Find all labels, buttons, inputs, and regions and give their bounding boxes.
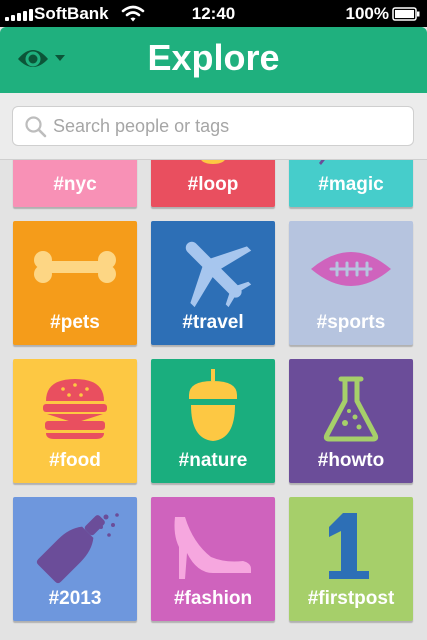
tile-loop[interactable]: #loop [151, 160, 275, 207]
tile-travel[interactable]: #travel [151, 221, 275, 345]
tile-howto[interactable]: #howto [289, 359, 413, 483]
tile-label: #2013 [48, 588, 102, 609]
tile-food[interactable]: #food [13, 359, 137, 483]
search-field[interactable] [12, 106, 414, 146]
search-input[interactable] [53, 113, 403, 139]
tile-label: #fashion [173, 588, 253, 609]
tile-firstpost[interactable]: #firstpost [289, 497, 413, 621]
tile-label: #food [49, 450, 101, 471]
tile-label: #travel [182, 312, 244, 333]
status-bar: SoftBank 12:40 100% [0, 0, 427, 27]
tile-label: #firstpost [307, 588, 395, 609]
search-bar [0, 93, 427, 160]
tile-nyc[interactable]: #nyc [13, 160, 137, 207]
tile-label: #nyc [53, 174, 97, 195]
tile-label: #sports [316, 312, 386, 333]
page-title: Explore [147, 37, 280, 78]
tile-2013[interactable]: #2013 [13, 497, 137, 621]
explore-tag-grid: #nyc #loop #magic #pets #travel #sports … [0, 160, 427, 640]
battery-percent: 100% [345, 4, 389, 23]
search-icon [25, 116, 47, 138]
tile-label: #howto [317, 450, 385, 471]
app-header: Explore [0, 27, 427, 93]
tile-label: #magic [318, 174, 384, 195]
tile-sports[interactable]: #sports [289, 221, 413, 345]
tile-pets[interactable]: #pets [13, 221, 137, 345]
tile-nature[interactable]: #nature [151, 359, 275, 483]
tile-label: #pets [50, 312, 100, 333]
tile-label: #nature [178, 450, 248, 471]
tile-label: #loop [187, 174, 239, 195]
tile-fashion[interactable]: #fashion [151, 497, 275, 621]
tile-magic[interactable]: #magic [289, 160, 413, 207]
battery-icon [392, 7, 420, 21]
